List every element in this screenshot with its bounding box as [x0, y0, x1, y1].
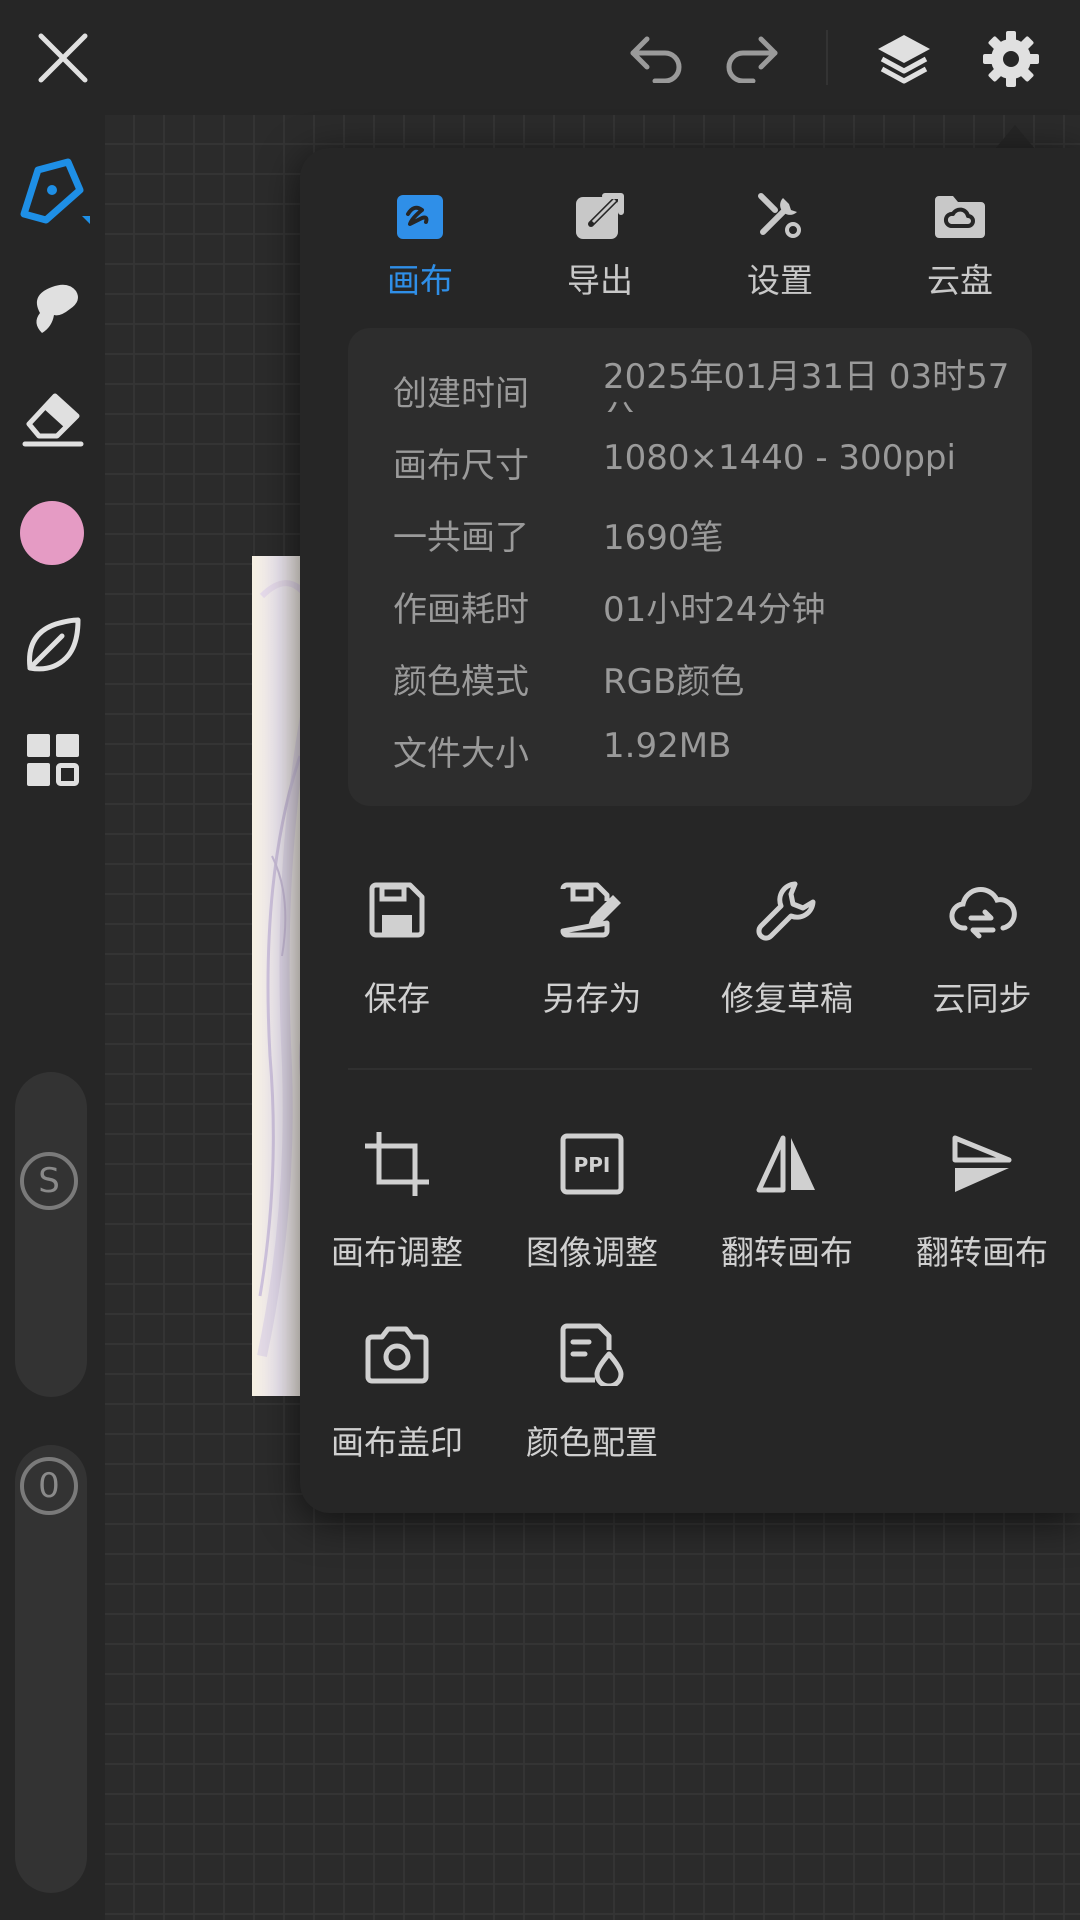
brush-size-slider[interactable] [15, 1072, 87, 1397]
image-adjust-button[interactable]: PPI 图像调整 [502, 1124, 682, 1274]
panel-arrow [995, 125, 1035, 149]
save-as-button[interactable]: 另存为 [502, 870, 682, 1020]
gear-icon[interactable] [975, 24, 1047, 94]
ppi-icon: PPI [560, 1133, 624, 1195]
info-row-size: 画布尺寸 1080×1440 - 300ppi [393, 438, 956, 486]
wrench-icon [756, 881, 816, 941]
close-icon[interactable] [30, 25, 96, 91]
flip-vertical-icon [952, 1135, 1012, 1192]
canvas-settings-panel: 画布 导出 设置 云盘 创建时间 2025年01月31日 03时57 画布尺寸 … [300, 148, 1080, 1513]
save-icon [369, 882, 425, 938]
crop-icon [365, 1132, 429, 1196]
opacity-badge: 0 [20, 1457, 78, 1515]
export-icon [576, 193, 624, 239]
color-swatch[interactable] [20, 501, 84, 565]
undo-icon[interactable] [620, 28, 692, 88]
camera-icon [365, 1326, 429, 1384]
top-bar [0, 0, 1080, 115]
canvas-info-box: 创建时间 2025年01月31日 03时57分 画布尺寸 1080×1440 -… [348, 328, 1032, 806]
info-row-created: 创建时间 2025年01月31日 03时57分 [393, 357, 1010, 414]
svg-text:PPI: PPI [574, 1153, 611, 1177]
save-button[interactable]: 保存 [307, 870, 487, 1020]
info-row-color-mode: 颜色模式 RGB颜色 [393, 662, 745, 702]
color-profile-icon [560, 1323, 624, 1386]
tab-cloud[interactable]: 云盘 [870, 178, 1050, 300]
redo-icon[interactable] [716, 28, 788, 88]
flip-horizontal-icon [756, 1135, 815, 1193]
save-as-icon [560, 882, 621, 938]
brush-size-badge: S [20, 1152, 78, 1210]
tab-export[interactable]: 导出 [510, 178, 690, 300]
info-row-strokes: 一共画了 1690笔 [393, 518, 724, 558]
tools-icon [758, 193, 801, 238]
toolbar-divider [826, 30, 828, 85]
color-profile-button[interactable]: 颜色配置 [502, 1314, 682, 1464]
tab-settings[interactable]: 设置 [690, 178, 870, 300]
repair-draft-button[interactable]: 修复草稿 [697, 870, 877, 1020]
leaf-icon[interactable] [18, 610, 88, 680]
info-row-file-size: 文件大小 1.92MB [393, 726, 732, 774]
tab-canvas[interactable]: 画布 [330, 178, 510, 300]
left-toolbar: S 0 [0, 115, 105, 1920]
cloud-sync-icon [949, 887, 1017, 939]
flip-canvas-horizontal-button[interactable]: 翻转画布 [697, 1124, 877, 1274]
section-divider [348, 1068, 1032, 1070]
grid-icon[interactable] [18, 725, 88, 795]
layers-icon[interactable] [868, 24, 940, 94]
eraser-tool-icon[interactable] [18, 383, 88, 453]
cloud-sync-button[interactable]: 云同步 [892, 870, 1072, 1020]
canvas-adjust-button[interactable]: 画布调整 [307, 1124, 487, 1274]
pen-tool-icon[interactable] [15, 155, 93, 235]
cloud-folder-icon [935, 196, 985, 238]
flip-canvas-vertical-button[interactable]: 翻转画布 [892, 1124, 1072, 1274]
info-row-duration: 作画耗时 01小时24分钟 [393, 590, 826, 630]
smudge-tool-icon[interactable] [18, 273, 88, 343]
canvas-icon [397, 195, 443, 239]
canvas-stamp-button[interactable]: 画布盖印 [307, 1314, 487, 1464]
